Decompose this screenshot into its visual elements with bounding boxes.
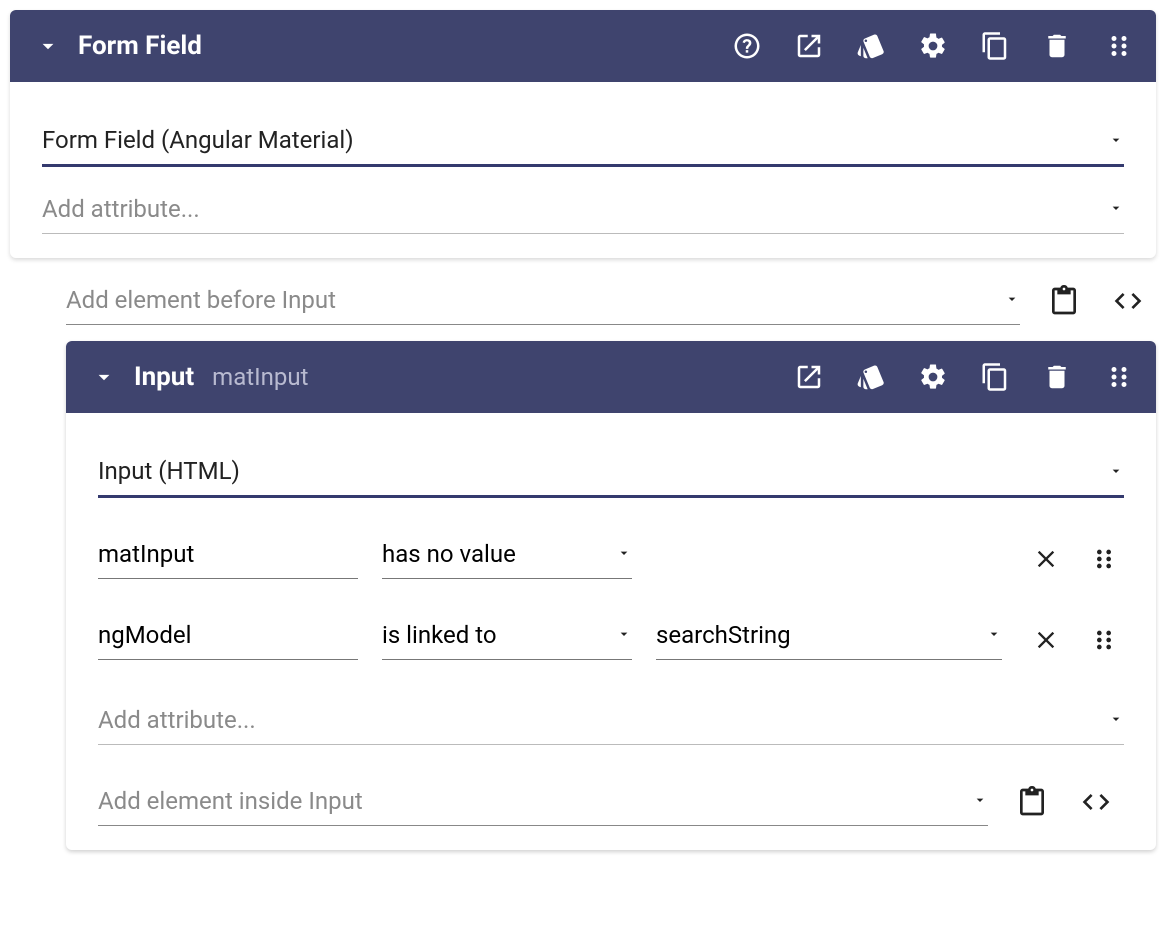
add-attribute-input[interactable] [42, 185, 1124, 234]
insert-before-input[interactable] [66, 276, 1020, 325]
style-icon[interactable] [854, 29, 888, 63]
delete-icon[interactable] [1040, 29, 1074, 63]
remove-attr-icon[interactable] [1026, 620, 1066, 660]
insert-inside-row [98, 777, 1124, 826]
panel-subtitle: matInput [212, 363, 308, 391]
panel-title: Input [134, 362, 194, 392]
element-type-field[interactable] [42, 116, 1124, 167]
open-external-icon[interactable] [792, 360, 826, 394]
style-icon[interactable] [854, 360, 888, 394]
element-type-field[interactable] [98, 447, 1124, 498]
attr-name-field[interactable] [98, 611, 358, 660]
drag-handle-icon[interactable] [1102, 360, 1136, 394]
nested-container: Input matInput [66, 341, 1156, 850]
add-attribute-input[interactable] [98, 696, 1124, 745]
attribute-row [98, 611, 1124, 660]
chevron-down-icon [972, 792, 988, 812]
paste-icon[interactable] [1044, 281, 1084, 321]
paste-icon[interactable] [1012, 782, 1052, 822]
delete-icon[interactable] [1040, 360, 1074, 394]
header-actions [730, 29, 1136, 63]
insert-inside-input[interactable] [98, 777, 988, 826]
form-field-card: Form Field [10, 10, 1156, 258]
attr-name-input[interactable] [98, 611, 358, 660]
help-icon[interactable] [730, 29, 764, 63]
attr-value-input[interactable] [656, 611, 1002, 660]
collapse-toggle[interactable] [34, 33, 62, 59]
drag-attr-icon[interactable] [1084, 620, 1124, 660]
drag-handle-icon[interactable] [1102, 29, 1136, 63]
header-actions [792, 360, 1136, 394]
attr-name-input[interactable] [98, 530, 358, 579]
panel-title: Form Field [78, 31, 202, 61]
settings-icon[interactable] [916, 29, 950, 63]
collapse-toggle[interactable] [90, 364, 118, 390]
element-type-input[interactable] [42, 116, 1124, 167]
input-card: Input matInput [66, 341, 1156, 850]
code-icon[interactable] [1108, 281, 1148, 321]
insert-before-field[interactable] [66, 276, 1020, 325]
remove-attr-icon[interactable] [1026, 539, 1066, 579]
add-attribute-field[interactable] [42, 185, 1124, 234]
form-field-body [10, 82, 1156, 258]
insert-inside-field[interactable] [98, 777, 988, 826]
open-external-icon[interactable] [792, 29, 826, 63]
attr-name-field[interactable] [98, 530, 358, 579]
attr-operator-field[interactable] [382, 530, 632, 579]
settings-icon[interactable] [916, 360, 950, 394]
attr-operator-field[interactable] [382, 611, 632, 660]
input-body [66, 413, 1156, 850]
header-left: Input matInput [90, 362, 792, 392]
attribute-row [98, 530, 1124, 579]
copy-icon[interactable] [978, 29, 1012, 63]
insert-before-row [66, 276, 1156, 325]
add-attribute-field[interactable] [98, 696, 1124, 745]
drag-attr-icon[interactable] [1084, 539, 1124, 579]
code-icon[interactable] [1076, 782, 1116, 822]
form-field-header: Form Field [10, 10, 1156, 82]
attr-value-field[interactable] [656, 611, 1002, 660]
attr-operator-input[interactable] [382, 611, 632, 660]
copy-icon[interactable] [978, 360, 1012, 394]
input-header: Input matInput [66, 341, 1156, 413]
element-type-input[interactable] [98, 447, 1124, 498]
chevron-down-icon [1004, 291, 1020, 311]
header-left: Form Field [34, 31, 730, 61]
attr-operator-input[interactable] [382, 530, 632, 579]
